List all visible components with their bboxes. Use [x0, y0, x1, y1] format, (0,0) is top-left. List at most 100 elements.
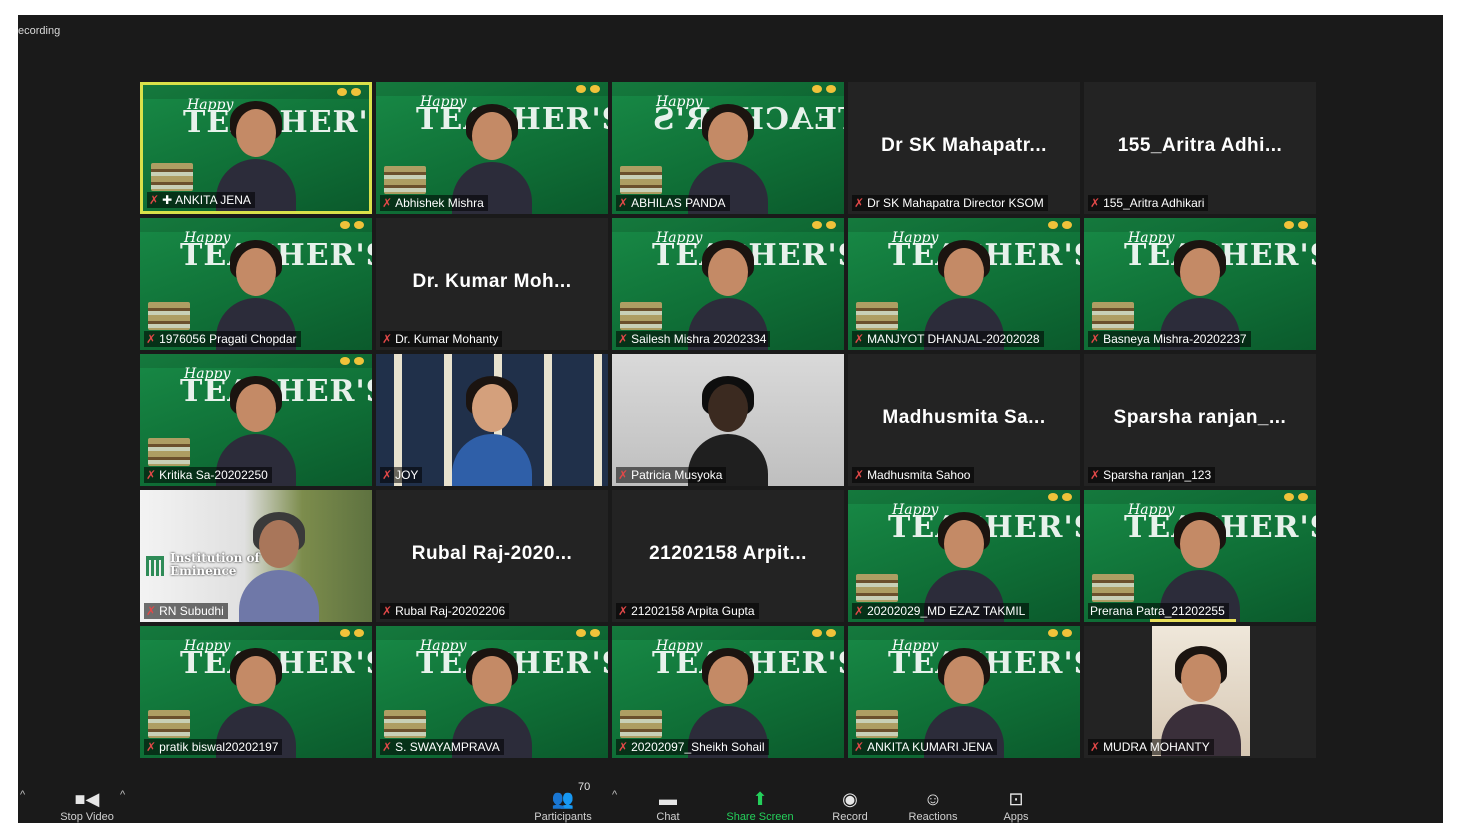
participant-tile[interactable]: Sparsha ranjan_... ✗ Sparsha ranjan_123 [1084, 354, 1316, 486]
video-options-caret-icon[interactable]: ^ [120, 789, 125, 801]
participant-tile[interactable]: Dr SK Mahapatr... ✗ Dr SK Mahapatra Direct… [848, 82, 1080, 214]
mic-muted-icon: ✗ [618, 468, 629, 482]
banner-header-strip [376, 82, 608, 96]
participant-nameplate: ✗ Patricia Musyoka [616, 467, 727, 483]
participant-nameplate: ✗ Dr. Kumar Mohanty [380, 331, 503, 347]
participant-nameplate: ✗ ABHILAS PANDA [616, 195, 730, 211]
participant-figure [452, 376, 532, 486]
participant-tile[interactable]: ✗ Patricia Musyoka [612, 354, 844, 486]
participant-name: JOY [395, 468, 419, 482]
banner-logos [337, 88, 361, 96]
participant-display-name: Sparsha ranjan_... [1113, 406, 1287, 428]
audio-options-caret-icon[interactable]: ^ [20, 789, 25, 801]
participant-tile[interactable]: HappyTEACHER'S✗Abhishek Mishra [376, 82, 608, 214]
banner-logos [1048, 493, 1072, 501]
participant-figure [239, 512, 320, 622]
mic-muted-icon: ✗ [1090, 196, 1101, 210]
participant-nameplate: ✗ ✚ ANKITA JENA [147, 192, 255, 208]
participants-options-caret-icon[interactable]: ^ [612, 789, 617, 801]
reactions-button[interactable]: ☺ Reactions [902, 787, 964, 823]
participant-video-portrait [1152, 626, 1250, 756]
participant-tile[interactable]: HappyTEACHER'S✗1976056 Pragati Chopdar [140, 218, 372, 350]
participant-tile[interactable]: Madhusmita Sa... ✗ Madhusmita Sahoo [848, 354, 1080, 486]
reactions-smiley-icon: ☺ [923, 789, 943, 809]
participant-name: MANJYOT DHANJAL-20202028 [867, 332, 1040, 346]
participant-tile[interactable]: Institution of Eminence ✗ RN Subudhi [140, 490, 372, 622]
record-icon: ◉ [842, 789, 858, 809]
participant-nameplate: ✗ 20202097_Sheikh Sohail [616, 739, 769, 755]
books-graphic [856, 710, 898, 738]
apps-button[interactable]: ⊡ Apps [998, 787, 1034, 823]
stop-video-label: Stop Video [60, 811, 114, 823]
participant-tile[interactable]: 21202158 Arpit... ✗ 21202158 Arpita Gupta [612, 490, 844, 622]
participant-tile[interactable]: 155_Aritra Adhi... ✗ 155_Aritra Adhikari [1084, 82, 1316, 214]
chat-button[interactable]: ▬ Chat [648, 787, 688, 823]
participant-tile[interactable]: ✗ MUDRA MOHANTY [1084, 626, 1316, 758]
participant-tile[interactable]: HappyTEACHER'S✗Basneya Mishra-20202237 [1084, 218, 1316, 350]
share-screen-label: Share Screen [726, 811, 794, 823]
banner-header-strip [140, 218, 372, 232]
banner-logos [340, 357, 364, 365]
mic-muted-icon: ✗ [382, 196, 393, 210]
participant-nameplate: ✗ RN Subudhi [144, 603, 228, 619]
participant-nameplate: ✗ ANKITA KUMARI JENA [852, 739, 997, 755]
mic-muted-icon: ✗ [382, 468, 393, 482]
participant-tile[interactable]: HappyTEACHER'S✗S. SWAYAMPRAVA [376, 626, 608, 758]
participant-tile[interactable]: Rubal Raj-2020... ✗ Rubal Raj-20202206 [376, 490, 608, 622]
participant-tile[interactable]: Dr. Kumar Moh... ✗ Dr. Kumar Mohanty [376, 218, 608, 350]
banner-logos [1284, 493, 1308, 501]
participant-name: RN Subudhi [159, 604, 224, 618]
mic-muted-icon: ✗ [618, 196, 629, 210]
banner-header-strip [848, 626, 1080, 640]
participant-tile[interactable]: HappyTEACHER'SPrerana Patra_21202255 [1084, 490, 1316, 622]
participant-display-name: Dr. Kumar Moh... [412, 270, 572, 292]
video-camera-icon: ■◀ [74, 789, 100, 809]
participant-tile[interactable]: HappyTEACHER'S✗Sailesh Mishra 20202334 [612, 218, 844, 350]
banner-logos [576, 629, 600, 637]
participant-nameplate: ✗ Abhishek Mishra [380, 195, 488, 211]
participant-nameplate: ✗ 155_Aritra Adhikari [1088, 195, 1209, 211]
participants-button[interactable]: 👥 Participants [523, 787, 603, 823]
participant-tile[interactable]: HappyTEACHER'S✗ABHILAS PANDA [612, 82, 844, 214]
participant-tile[interactable]: HappyTEACHER'S✗ANKITA KUMARI JENA [848, 626, 1080, 758]
share-screen-button[interactable]: ⬆ Share Screen [718, 787, 802, 823]
participant-nameplate: ✗ Basneya Mishra-20202237 [1088, 331, 1251, 347]
participant-tile[interactable]: HappyTEACHER'S✗20202097_Sheikh Sohail [612, 626, 844, 758]
participants-label: Participants [534, 811, 592, 823]
participant-nameplate: ✗ JOY [380, 467, 423, 483]
participant-name: Basneya Mishra-20202237 [1103, 332, 1247, 346]
mic-muted-icon: ✗ [854, 740, 865, 754]
participant-tile[interactable]: HappyTEACHER'S✗20202029_MD EZAZ TAKMIL [848, 490, 1080, 622]
participant-name: 1976056 Pragati Chopdar [159, 332, 297, 346]
participant-name: ABHILAS PANDA [631, 196, 726, 210]
chat-bubble-icon: ▬ [659, 789, 677, 809]
participant-name: Kritika Sa-20202250 [159, 468, 268, 482]
stop-video-button[interactable]: ■◀ Stop Video [52, 787, 122, 823]
banner-logos [1284, 221, 1308, 229]
participant-name: Dr SK Mahapatra Director KSOM [867, 196, 1044, 210]
participant-tile[interactable]: ✗ JOY [376, 354, 608, 486]
participant-tile[interactable]: HappyTEACHER'S✗Kritika Sa-20202250 [140, 354, 372, 486]
mic-muted-icon: ✗ [854, 604, 865, 618]
participant-name: Sparsha ranjan_123 [1103, 468, 1212, 482]
mic-muted-icon: ✗ [382, 332, 393, 346]
banner-logos [1048, 221, 1072, 229]
banner-header-strip [848, 218, 1080, 232]
mic-muted-icon: ✗ [618, 332, 629, 346]
participant-tile[interactable]: HappyTEACHER'S✗pratik biswal20202197 [140, 626, 372, 758]
record-label: Record [832, 811, 868, 823]
participant-display-name: 155_Aritra Adhi... [1117, 134, 1283, 156]
pin-icon: ✚ [162, 193, 173, 207]
participant-nameplate: ✗ Sparsha ranjan_123 [1088, 467, 1216, 483]
participant-tile[interactable]: HappyTEACHER'S✗✚ANKITA JENA [140, 82, 372, 214]
participant-tile[interactable]: HappyTEACHER'S✗MANJYOT DHANJAL-20202028 [848, 218, 1080, 350]
record-button[interactable]: ◉ Record [826, 787, 874, 823]
banner-logos [812, 629, 836, 637]
mic-muted-icon: ✗ [382, 604, 393, 618]
mic-muted-icon: ✗ [1090, 468, 1101, 482]
participant-name: 20202097_Sheikh Sohail [631, 740, 765, 754]
mic-muted-icon: ✗ [854, 196, 865, 210]
zoom-meeting-window: ecording HappyTEACHER'S✗✚ANKITA JENAHapp… [18, 15, 1443, 823]
banner-header-strip [612, 218, 844, 232]
banner-header-strip [143, 85, 369, 99]
